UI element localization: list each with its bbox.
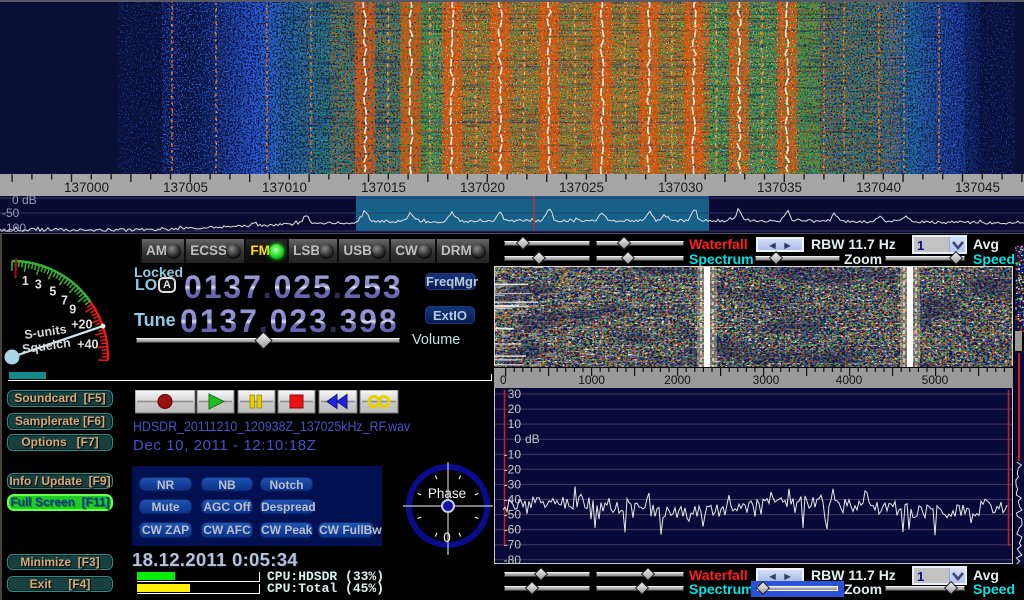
svg-text:0: 0 <box>443 530 451 545</box>
svg-text:-80: -80 <box>504 553 522 563</box>
svg-text:137040: 137040 <box>856 180 901 195</box>
svg-text:-20: -20 <box>504 462 522 476</box>
svg-text:0: 0 <box>514 432 521 446</box>
svg-text:-70: -70 <box>504 538 522 552</box>
svg-text:137005: 137005 <box>163 180 208 195</box>
svg-text:3000: 3000 <box>753 373 780 387</box>
svg-text:-10: -10 <box>504 447 522 461</box>
svg-text:-100: -100 <box>2 221 26 233</box>
svg-text:dB: dB <box>525 432 540 446</box>
svg-text:5: 5 <box>49 285 56 299</box>
svg-text:137010: 137010 <box>262 180 307 195</box>
svg-text:137020: 137020 <box>460 180 505 195</box>
svg-text:-30: -30 <box>504 477 522 491</box>
svg-text:137000: 137000 <box>64 180 109 195</box>
svg-text:3: 3 <box>35 278 42 292</box>
svg-text:137045: 137045 <box>955 180 1000 195</box>
svg-text:1: 1 <box>22 274 29 288</box>
svg-text:Phase: Phase <box>428 486 466 501</box>
svg-text:-60: -60 <box>504 523 522 537</box>
svg-text:137035: 137035 <box>757 180 802 195</box>
svg-text:2000: 2000 <box>664 373 691 387</box>
svg-text:-50: -50 <box>2 206 20 220</box>
svg-text:10: 10 <box>508 417 522 431</box>
svg-text:137015: 137015 <box>361 180 406 195</box>
svg-text:4000: 4000 <box>836 373 863 387</box>
svg-text:7: 7 <box>61 294 68 308</box>
svg-text:137030: 137030 <box>658 180 703 195</box>
svg-text:20: 20 <box>508 402 522 416</box>
svg-text:1000: 1000 <box>578 373 605 387</box>
svg-text:9: 9 <box>69 303 76 317</box>
svg-text:137025: 137025 <box>559 180 604 195</box>
svg-text:+20: +20 <box>71 318 92 332</box>
svg-text:+40: +40 <box>77 337 98 351</box>
svg-text:0: 0 <box>500 373 507 387</box>
svg-text:30: 30 <box>508 388 522 401</box>
svg-text:5000: 5000 <box>922 373 949 387</box>
